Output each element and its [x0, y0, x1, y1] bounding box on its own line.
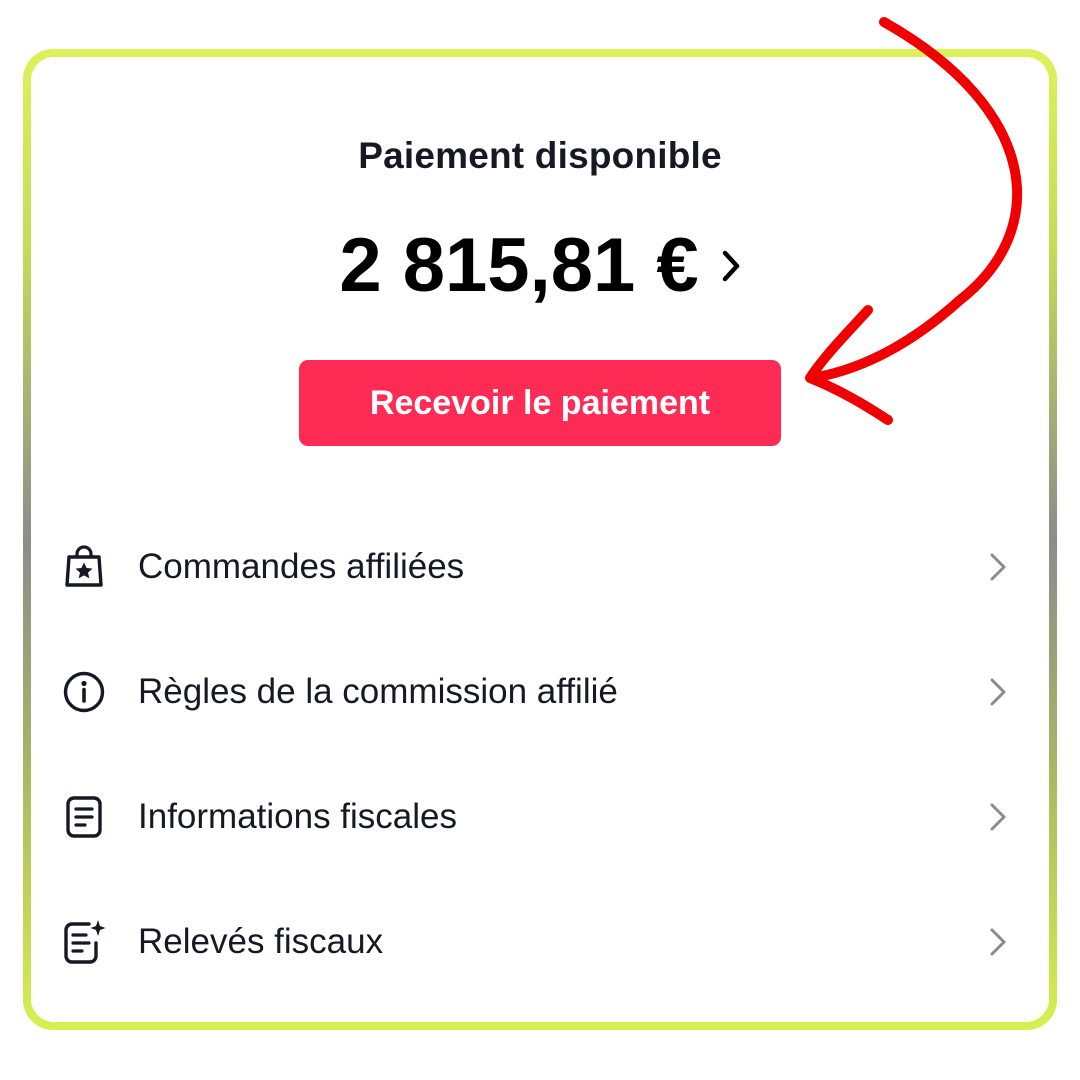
document-icon	[61, 794, 107, 840]
payout-card-border: Paiement disponible 2 815,81 € Recevoir …	[23, 49, 1057, 1030]
menu-item-label: Commandes affiliées	[138, 547, 465, 586]
page: Paiement disponible 2 815,81 € Recevoir …	[0, 0, 1080, 1080]
document-sparkle-icon	[61, 919, 107, 965]
payout-amount[interactable]: 2 815,81 €	[339, 222, 698, 309]
menu-item-label: Informations fiscales	[138, 797, 458, 836]
info-circle-icon	[61, 669, 107, 715]
menu-item-label: Règles de la commission affilié	[138, 672, 618, 711]
menu-item-affiliate-orders[interactable]: Commandes affiliées	[31, 512, 1049, 622]
chevron-right-icon[interactable]	[721, 249, 741, 283]
payout-title: Paiement disponible	[358, 135, 722, 176]
menu-item-tax-information[interactable]: Informations fiscales	[31, 762, 1049, 872]
receive-payment-button[interactable]: Recevoir le paiement	[299, 360, 781, 446]
menu-item-commission-rules[interactable]: Règles de la commission affilié	[31, 637, 1049, 747]
chevron-right-icon[interactable]	[989, 927, 1007, 957]
chevron-right-icon[interactable]	[989, 552, 1007, 582]
chevron-right-icon[interactable]	[989, 677, 1007, 707]
payout-card: Paiement disponible 2 815,81 € Recevoir …	[31, 57, 1049, 1022]
menu-item-label: Relevés fiscaux	[138, 922, 384, 961]
shopping-bag-star-icon	[61, 544, 107, 590]
payout-amount-row[interactable]: 2 815,81 €	[31, 222, 1049, 309]
menu-item-tax-statements[interactable]: Relevés fiscaux	[31, 887, 1049, 997]
chevron-right-icon[interactable]	[989, 802, 1007, 832]
